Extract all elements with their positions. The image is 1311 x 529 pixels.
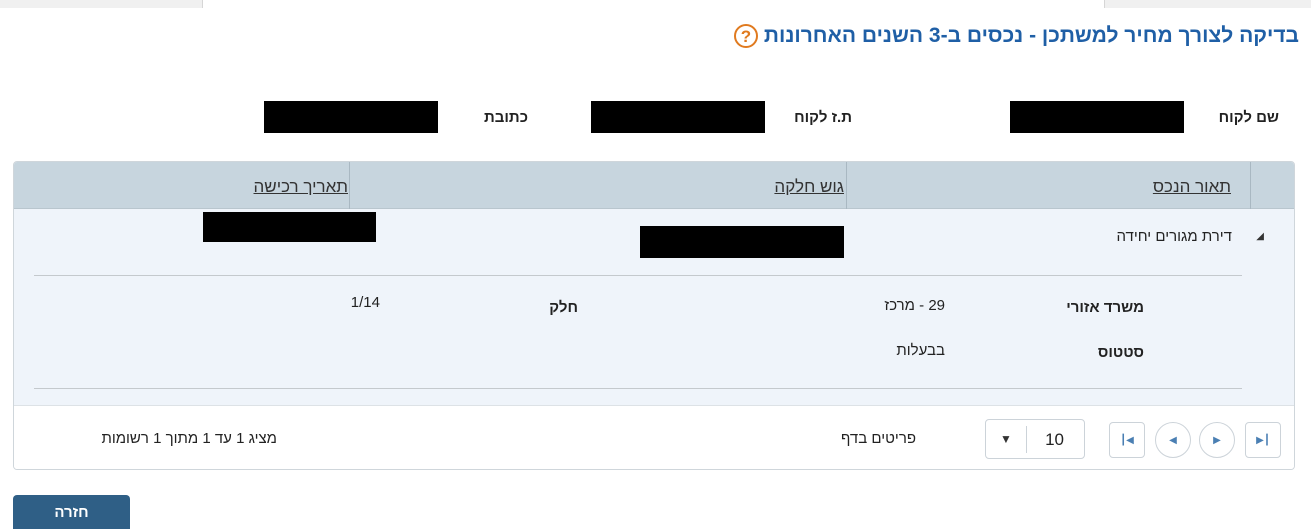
help-icon[interactable]: ? bbox=[733, 24, 758, 48]
last-page-button[interactable]: ┃◀ bbox=[1109, 422, 1145, 458]
last-page-icon: ┃◀ bbox=[1120, 434, 1134, 446]
customer-name-value-redacted bbox=[1010, 101, 1184, 133]
block-parcel-cell-redacted bbox=[640, 226, 844, 258]
table-row: ◢ דירת מגורים יחידה משרד אזורי 29 - מרכז… bbox=[14, 209, 1294, 405]
customer-id-label: ת.ז לקוח bbox=[794, 109, 852, 126]
expand-toggle-icon[interactable]: ◢ bbox=[1256, 231, 1264, 242]
tab-strip bbox=[0, 0, 1311, 8]
grid-header: תאור הנכס גוש חלקה תאריך רכישה bbox=[14, 162, 1294, 209]
tab-inactive-left[interactable] bbox=[0, 0, 203, 8]
address-value-redacted bbox=[264, 101, 438, 133]
records-summary: מציג 1 עד 1 מתוך 1 רשומות bbox=[101, 430, 277, 447]
detail-divider-top bbox=[34, 275, 1242, 276]
column-header-purchase-date[interactable]: תאריך רכישה bbox=[254, 177, 348, 197]
customer-id-value-redacted bbox=[591, 101, 765, 133]
status-label: סטטוס bbox=[1097, 344, 1144, 361]
regional-office-label: משרד אזורי bbox=[1066, 299, 1144, 316]
next-page-button[interactable]: ◀ bbox=[1155, 422, 1191, 458]
part-label: חלק bbox=[549, 299, 578, 316]
column-header-asset-description[interactable]: תאור הנכס bbox=[1153, 177, 1231, 197]
regional-office-value: 29 - מרכז bbox=[884, 297, 945, 314]
items-per-page-label: פריטים בדף bbox=[841, 430, 916, 447]
tab-inactive-right[interactable] bbox=[1104, 0, 1311, 8]
previous-page-button[interactable]: ▶ bbox=[1199, 422, 1235, 458]
first-page-icon: ▶┃ bbox=[1256, 434, 1270, 446]
first-page-button[interactable]: ▶┃ bbox=[1245, 422, 1281, 458]
pager: ▶┃ ▶ ◀ ┃◀ 10 ▼ פריטים בדף מציג 1 עד 1 מת… bbox=[14, 405, 1294, 469]
previous-page-icon: ▶ bbox=[1213, 434, 1221, 446]
chevron-down-icon[interactable]: ▼ bbox=[1000, 432, 1012, 446]
page-title-text: בדיקה לצורך מחיר למשתכן - נכסים ב-3 השני… bbox=[763, 24, 1299, 47]
column-separator bbox=[349, 162, 350, 209]
page-size-select[interactable]: 10 ▼ bbox=[985, 419, 1085, 459]
detail-divider-bottom bbox=[34, 388, 1242, 389]
address-label: כתובת bbox=[484, 109, 528, 126]
column-header-block-parcel[interactable]: גוש חלקה bbox=[774, 177, 844, 197]
page-title: בדיקה לצורך מחיר למשתכן - נכסים ב-3 השני… bbox=[733, 24, 1299, 48]
customer-name-label: שם לקוח bbox=[1218, 109, 1279, 126]
asset-description-cell: דירת מגורים יחידה bbox=[1116, 228, 1232, 245]
assets-grid: תאור הנכס גוש חלקה תאריך רכישה ◢ דירת מג… bbox=[13, 161, 1295, 470]
column-separator bbox=[846, 162, 847, 209]
back-button[interactable]: חזרה bbox=[13, 495, 130, 529]
purchase-date-cell-redacted bbox=[203, 212, 376, 242]
page-size-value: 10 bbox=[1045, 430, 1064, 449]
column-separator bbox=[1250, 162, 1251, 209]
next-page-icon: ◀ bbox=[1169, 434, 1177, 446]
status-value: בבעלות bbox=[896, 342, 945, 359]
page-size-divider bbox=[1026, 426, 1027, 453]
part-value: 1/14 bbox=[350, 294, 380, 311]
